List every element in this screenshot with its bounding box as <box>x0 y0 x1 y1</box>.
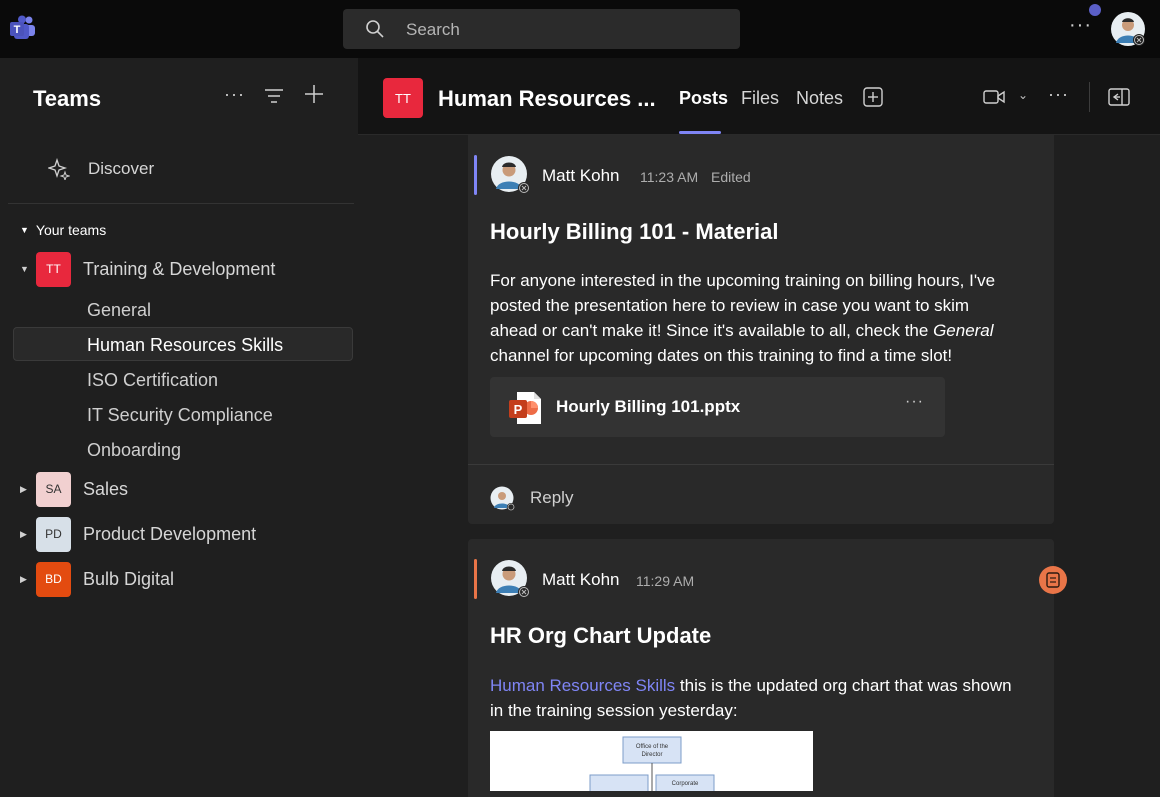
channel-team-avatar: TT <box>383 78 423 118</box>
team-item-sales[interactable]: ▶ SA Sales <box>20 471 129 507</box>
post-timestamp: 11:23 AM <box>640 169 699 185</box>
chevron-down-icon: ▼ <box>20 264 29 274</box>
post-subject: HR Org Chart Update <box>490 623 712 648</box>
team-name: Product Development <box>83 523 257 544</box>
chevron-down-icon[interactable]: ⌄ <box>1018 88 1028 102</box>
sidebar-title: Teams <box>33 86 102 111</box>
post-card: Matt Kohn 11:23 AM Edited Hourly Billing… <box>468 135 1054 524</box>
team-item-training-development[interactable]: ▼ TT Training & Development <box>20 251 276 287</box>
channel-item-it-security-compliance[interactable]: IT Security Compliance <box>87 405 273 426</box>
author-avatar[interactable] <box>490 559 530 599</box>
channel-item-onboarding[interactable]: Onboarding <box>87 440 181 461</box>
settings-more-button[interactable]: ··· <box>1069 14 1092 37</box>
your-teams-header[interactable]: ▼ Your teams <box>20 222 106 238</box>
note-icon[interactable] <box>1038 565 1068 595</box>
org-chart-diagram: Office of the Director Corporate <box>589 736 715 791</box>
notification-dot <box>1089 4 1101 16</box>
discover-label: Discover <box>88 159 155 178</box>
channel-main: TT Human Resources ... Posts Files Notes… <box>358 58 1160 797</box>
post-body-text: For anyone interested in the upcoming tr… <box>490 271 996 340</box>
sparkle-icon <box>48 158 70 180</box>
file-name[interactable]: Hourly Billing 101.pptx <box>556 397 740 417</box>
author-name[interactable]: Matt Kohn <box>542 166 620 186</box>
channel-item-human-resources-skills[interactable]: Human Resources Skills <box>87 335 283 356</box>
user-avatar <box>490 486 515 511</box>
channel-header: TT Human Resources ... Posts Files Notes… <box>358 58 1160 135</box>
plus-icon[interactable] <box>304 84 324 104</box>
post-body-emphasis: General <box>933 321 994 340</box>
author-avatar[interactable] <box>490 155 530 195</box>
search-box[interactable]: Search <box>343 9 740 49</box>
title-bar: T Search ··· <box>0 0 1160 58</box>
post-body-text: channel for upcoming dates on this train… <box>490 346 953 365</box>
post-subject: Hourly Billing 101 - Material <box>490 219 779 244</box>
video-camera-icon[interactable] <box>983 88 1005 106</box>
active-tab-indicator <box>679 131 721 134</box>
profile-avatar[interactable] <box>1110 11 1146 47</box>
search-input[interactable]: Search <box>406 20 460 40</box>
svg-text:Corporate: Corporate <box>672 781 699 787</box>
chevron-down-icon: ▼ <box>20 225 29 235</box>
author-name[interactable]: Matt Kohn <box>542 570 620 590</box>
team-avatar: SA <box>36 471 71 507</box>
add-tab-icon[interactable] <box>863 87 883 107</box>
header-divider <box>1089 82 1090 112</box>
channel-more-button[interactable]: ··· <box>1048 84 1069 105</box>
open-panel-icon[interactable] <box>1108 88 1130 106</box>
channel-item-iso-certification[interactable]: ISO Certification <box>87 370 218 391</box>
team-name: Training & Development <box>83 258 276 279</box>
team-name: Sales <box>83 478 129 499</box>
tab-files[interactable]: Files <box>741 88 779 109</box>
reply-divider <box>468 464 1054 465</box>
channel-title: Human Resources ... <box>438 86 656 111</box>
post-body: Human Resources Skills this is the updat… <box>490 673 1020 723</box>
post-card: Matt Kohn 11:29 AM HR Org Chart Update H… <box>468 539 1067 797</box>
chevron-right-icon: ▶ <box>20 573 27 584</box>
post-accent-bar <box>474 155 477 195</box>
sidebar-header: Teams ··· <box>8 58 358 135</box>
discover-item[interactable]: Discover <box>48 158 154 180</box>
sidebar-more-button[interactable]: ··· <box>224 84 245 105</box>
file-more-button[interactable]: ··· <box>905 393 924 411</box>
team-item-product-development[interactable]: ▶ PD Product Development <box>20 516 257 552</box>
team-item-bulb-digital[interactable]: ▶ BD Bulb Digital <box>20 561 175 597</box>
powerpoint-file-icon: P <box>509 392 541 424</box>
org-chart-image[interactable]: Office of the Director Corporate <box>490 731 813 791</box>
tab-posts[interactable]: Posts <box>679 88 728 109</box>
channel-item-general[interactable]: General <box>87 300 151 321</box>
svg-text:P: P <box>514 402 523 417</box>
chevron-right-icon: ▶ <box>20 528 27 539</box>
file-attachment[interactable]: P Hourly Billing 101.pptx ··· <box>490 377 945 437</box>
team-avatar: TT <box>36 251 71 287</box>
team-avatar: BD <box>36 561 71 597</box>
your-teams-label: Your teams <box>35 222 107 238</box>
svg-text:T: T <box>14 24 21 36</box>
team-avatar: PD <box>36 516 71 552</box>
chevron-right-icon: ▶ <box>20 483 27 494</box>
post-timestamp: 11:29 AM <box>636 573 695 589</box>
filter-icon[interactable] <box>264 88 284 104</box>
search-icon <box>366 20 384 38</box>
teams-sidebar: Teams ··· Discover ▼ Your teams ▼ TT Tra… <box>8 58 358 797</box>
post-body: For anyone interested in the upcoming tr… <box>490 268 1020 368</box>
teams-logo-icon[interactable]: T <box>9 15 37 41</box>
channel-mention[interactable]: Human Resources Skills <box>490 676 675 695</box>
post-accent-bar <box>474 559 477 599</box>
tab-notes[interactable]: Notes <box>796 88 843 109</box>
team-name: Bulb Digital <box>83 568 175 589</box>
sidebar-divider <box>8 203 354 204</box>
edited-label: Edited <box>711 169 751 185</box>
reply-button[interactable]: Reply <box>530 488 573 508</box>
svg-text:Office of the: Office of the <box>636 744 669 750</box>
svg-text:Director: Director <box>641 752 662 758</box>
